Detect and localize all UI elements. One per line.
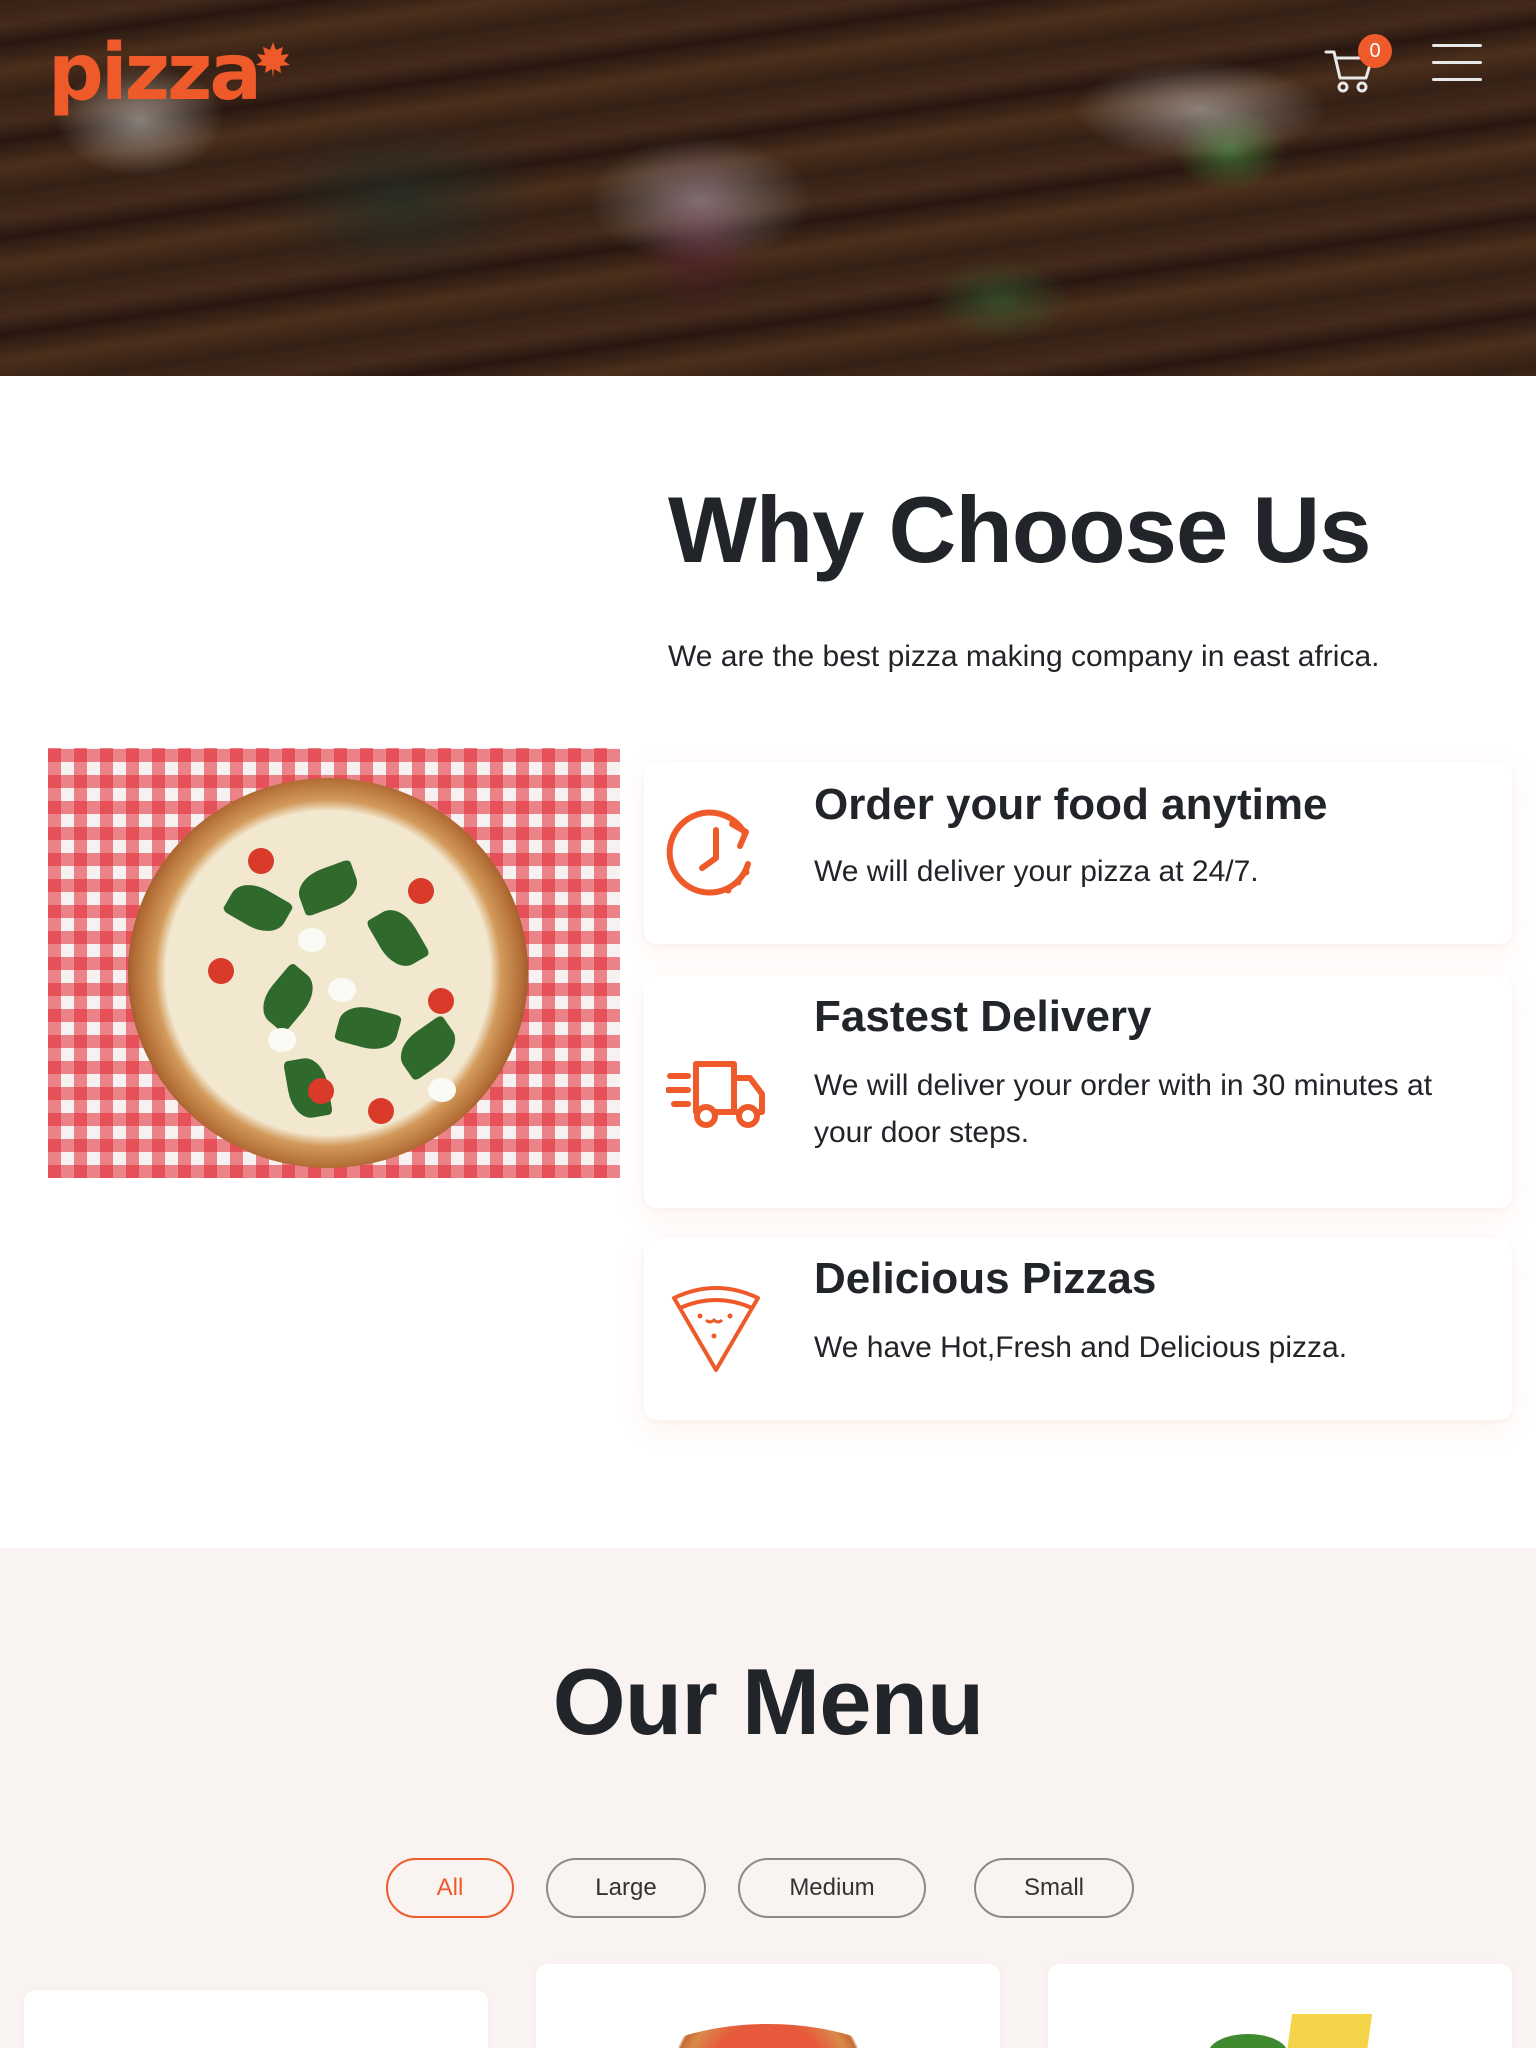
feature-title: Fastest Delivery: [814, 992, 1152, 1041]
feature-title: Order your food anytime: [814, 780, 1328, 829]
hamburger-menu-button[interactable]: [1432, 44, 1482, 84]
hamburger-line: [1432, 61, 1482, 64]
feature-card-anytime: Order your food anytime We will deliver …: [644, 762, 1512, 944]
feature-text: We will deliver your pizza at 24/7.: [814, 855, 1259, 888]
menu-item-card[interactable]: [24, 1990, 488, 2048]
pizza-illustration: [128, 778, 528, 1168]
hero-banner: pizza 0: [0, 0, 1536, 376]
pizza-slice-icon: [672, 1286, 760, 1372]
feature-text: We have Hot,Fresh and Delicious pizza.: [814, 1331, 1348, 1364]
feature-card-delicious: Delicious Pizzas We have Hot,Fresh and D…: [644, 1238, 1512, 1420]
filter-large-button[interactable]: Large: [546, 1858, 706, 1918]
delivery-truck-icon: [666, 1061, 765, 1128]
menu-section: Our Menu All Large Medium Small: [0, 1548, 1536, 2048]
hamburger-line: [1432, 78, 1482, 81]
filter-all-button[interactable]: All: [386, 1858, 514, 1918]
menu-item-card[interactable]: [536, 1964, 1000, 2048]
feature-text: We will deliver your order with in 30 mi…: [814, 1069, 1433, 1149]
feature-card-delivery: Fastest Delivery We will deliver your or…: [644, 976, 1512, 1208]
menu-filters: All Large Medium Small: [0, 1858, 1536, 1918]
menu-item-card[interactable]: [1048, 1964, 1512, 2048]
why-choose-us-title: Why Choose Us: [668, 477, 1372, 582]
hamburger-line: [1432, 44, 1482, 47]
cheese-image: [1283, 2014, 1373, 2048]
filter-medium-button[interactable]: Medium: [738, 1858, 926, 1918]
logo[interactable]: pizza: [48, 34, 293, 112]
pizza-on-tablecloth-image: [48, 748, 620, 1178]
filter-small-button[interactable]: Small: [974, 1858, 1134, 1918]
feature-title: Delicious Pizzas: [814, 1254, 1157, 1303]
maple-leaf-icon: [256, 42, 291, 78]
pizza-image: [628, 2024, 908, 2048]
logo-text: pizza: [48, 28, 262, 118]
clock-icon: [666, 809, 751, 896]
cart-count-badge: 0: [1358, 34, 1392, 68]
menu-title: Our Menu: [552, 1649, 985, 1754]
why-choose-us-subtitle: We are the best pizza making company in …: [668, 640, 1380, 673]
herb-image: [1208, 2034, 1288, 2048]
